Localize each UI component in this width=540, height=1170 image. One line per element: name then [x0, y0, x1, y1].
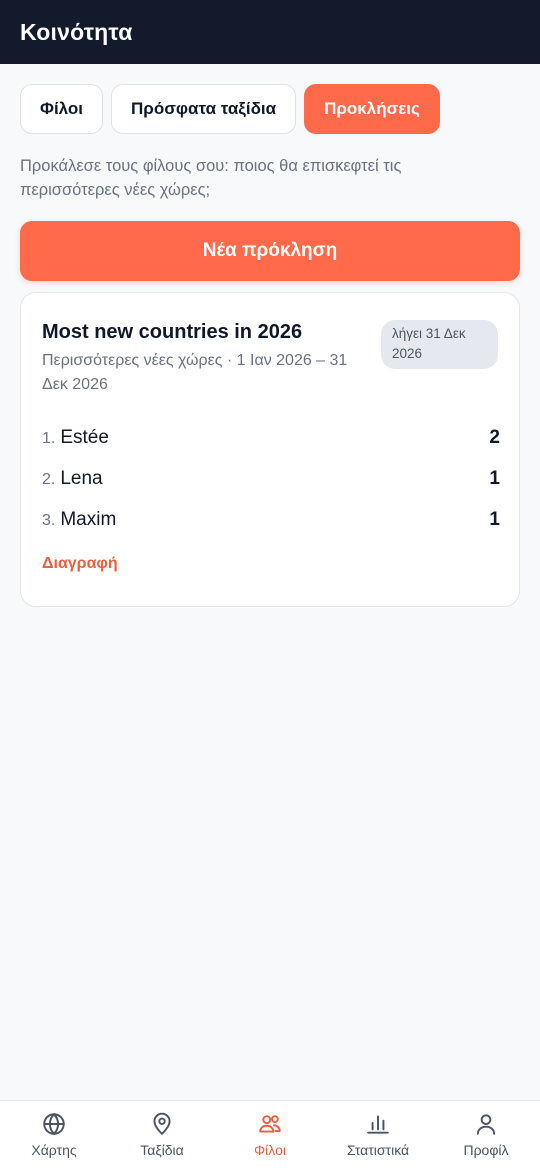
challenges-intro-text: Προκάλεσε τους φίλους σου: ποιος θα επισ… [20, 157, 402, 199]
rank-number: 3. [42, 511, 56, 529]
bottom-navigation: Χάρτης Ταξίδια Φίλοι Στατιστικά Προφίλ [0, 1100, 540, 1170]
nav-item-profile[interactable]: Προφίλ [432, 1101, 540, 1170]
participant-name: Maxim [60, 508, 117, 530]
nav-item-trips[interactable]: Ταξίδια [108, 1101, 216, 1170]
leaderboard-row: 2. Lena 1 [42, 458, 500, 499]
participant-name: Lena [60, 467, 103, 489]
user-icon [476, 1114, 496, 1135]
globe-icon [43, 1113, 65, 1135]
map-pin-icon [153, 1112, 171, 1135]
rank-number: 1. [42, 429, 56, 447]
challenge-card: Most new countries in 2026 Περισσότερες … [20, 292, 520, 607]
tab-friends[interactable]: Φίλοι [20, 84, 104, 134]
participant-score: 1 [489, 508, 500, 530]
participant-name: Estée [60, 426, 109, 448]
new-challenge-button[interactable]: Νέα πρόκληση [20, 221, 520, 281]
nav-item-stats[interactable]: Στατιστικά [324, 1101, 432, 1170]
tab-challenges[interactable]: Προκλήσεις [304, 84, 440, 134]
nav-label-map: Χάρτης [31, 1142, 77, 1158]
app-header: Κοινότητα [0, 0, 540, 64]
challenge-subtitle: Περισσότερες νέες χώρες · 1 Ιαν 2026 – 3… [42, 352, 348, 393]
rank-number: 2. [42, 470, 56, 488]
challenge-title: Most new countries in 2026 [42, 321, 303, 343]
tab-recent-trips[interactable]: Πρόσφατα ταξίδια [111, 84, 297, 134]
participant-score: 2 [489, 426, 500, 448]
nav-label-friends: Φίλοι [254, 1142, 286, 1158]
page-title: Κοινότητα [20, 18, 133, 45]
leaderboard-row: 3. Maxim 1 [42, 499, 500, 540]
expiry-badge: λήγει 31 Δεκ 2026 [381, 320, 498, 369]
participant-score: 1 [489, 467, 500, 489]
leaderboard: 1. Estée 2 2. Lena 1 3. Maxim 1 [42, 417, 500, 540]
users-icon [259, 1115, 281, 1133]
nav-label-stats: Στατιστικά [346, 1142, 410, 1158]
nav-label-profile: Προφίλ [463, 1142, 509, 1158]
nav-label-trips: Ταξίδια [140, 1142, 184, 1158]
nav-item-friends[interactable]: Φίλοι [216, 1101, 324, 1170]
leaderboard-row: 1. Estée 2 [42, 417, 500, 458]
nav-item-map[interactable]: Χάρτης [0, 1101, 108, 1170]
community-tabs: Φίλοι Πρόσφατα ταξίδια Προκλήσεις [20, 84, 440, 134]
delete-challenge-button[interactable]: Διαγραφή [42, 555, 118, 573]
bar-chart-icon [367, 1115, 389, 1134]
